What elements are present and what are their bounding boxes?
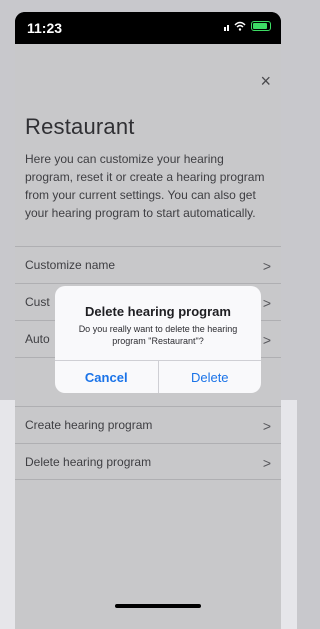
cancel-button[interactable]: Cancel xyxy=(55,361,158,393)
dialog-title: Delete hearing program xyxy=(85,304,231,319)
home-indicator[interactable] xyxy=(115,604,201,608)
dialog-buttons: Cancel Delete xyxy=(55,360,261,393)
phone-frame: 11:23 × Restaurant Here you can customiz… xyxy=(15,12,281,629)
status-icons xyxy=(224,21,271,31)
dialog-message: Do you really want to delete the hearing… xyxy=(78,324,238,346)
signal-icon xyxy=(224,21,229,31)
delete-button[interactable]: Delete xyxy=(157,361,262,393)
program-settings-screen: × Restaurant Here you can customize your… xyxy=(15,44,281,629)
wifi-icon xyxy=(234,21,246,31)
status-bar: 11:23 xyxy=(15,12,281,44)
status-time: 11:23 xyxy=(27,20,63,36)
battery-icon xyxy=(251,21,271,31)
delete-program-dialog: Delete hearing program Do you really wan… xyxy=(55,286,261,393)
